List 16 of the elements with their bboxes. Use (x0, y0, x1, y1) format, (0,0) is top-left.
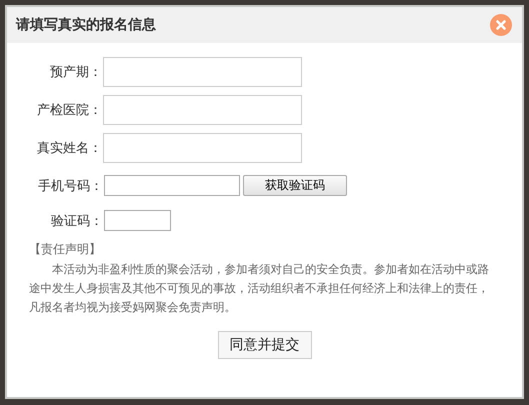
input-field[interactable] (104, 175, 240, 196)
field-label: 手机号码： (37, 178, 103, 194)
input-field[interactable] (103, 95, 302, 125)
field-label: 预产期： (49, 64, 102, 81)
statement-text: 本活动为非盈利性质的聚会活动，参加者须对自己的安全负责。参加者如在活动中或路途中发生人身损害及其他不可预见的事故，活动组织者不承担任何经济上和法律上的责任，凡报名者均视为接受妈网聚会免责声明。 (29, 261, 490, 316)
statement-heading: 【责任声明】 (29, 241, 102, 258)
close-icon[interactable] (490, 14, 512, 36)
submit-button[interactable]: 同意并提交 (218, 331, 312, 359)
input-field[interactable] (104, 210, 171, 231)
dialog-title: 请填写真实的报名信息 (16, 16, 156, 34)
get-code-button[interactable]: 获取验证码 (243, 175, 347, 196)
field-label: 真实姓名： (36, 140, 102, 157)
input-field[interactable] (103, 57, 302, 87)
field-label: 验证码： (50, 212, 103, 230)
field-label: 产检医院： (36, 102, 102, 119)
input-field[interactable] (103, 133, 302, 163)
